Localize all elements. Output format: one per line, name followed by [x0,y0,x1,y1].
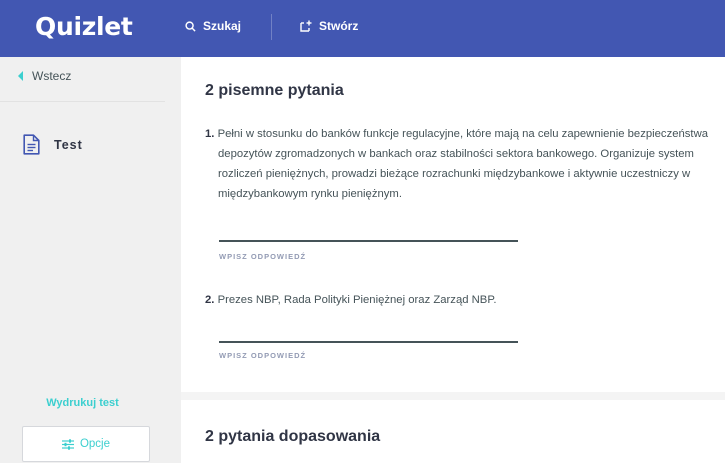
top-navigation-bar: Quizlet Szukaj Stwórz [0,0,725,57]
question-number: 2. [205,294,215,306]
print-test-link[interactable]: Wydrukuj test [0,397,165,409]
nav-divider [271,14,272,40]
document-icon [23,134,40,155]
quizlet-logo[interactable]: Quizlet [35,12,133,41]
matching-section-title: 2 pytania dopasowania [205,428,381,445]
question-2: 2. Prezes NBP, Rada Polityki Pieniężnej … [205,290,715,310]
question-number: 1. [205,128,215,140]
answer-input-2[interactable] [219,341,518,343]
answer-label-2: WPISZ ODPOWIEDŹ [219,351,307,360]
section-gap [181,392,725,400]
answer-label-1: WPISZ ODPOWIEDŹ [219,252,307,261]
sidebar: Wstecz Test Wydrukuj test Opcje [0,57,165,463]
search-button[interactable]: Szukaj [185,14,241,38]
test-content-panel: 2 pisemne pytania 1. Pełni w stosunku do… [181,57,725,463]
options-label: Opcje [79,438,111,450]
create-button[interactable]: Stwórz [300,14,358,38]
test-mode-label: Test [54,137,83,152]
written-section-title: 2 pisemne pytania [205,82,344,99]
question-text: Prezes NBP, Rada Polityki Pieniężnej ora… [217,294,497,306]
question-text: Pełni w stosunku do banków funkcje regul… [217,128,709,200]
back-arrow-icon [18,71,23,81]
back-label: Wstecz [32,69,72,83]
search-icon [185,20,196,32]
question-1: 1. Pełni w stosunku do banków funkcje re… [205,124,715,204]
sidebar-divider [0,101,165,102]
answer-input-1[interactable] [219,240,518,242]
create-label: Stwórz [319,19,359,33]
options-button[interactable]: Opcje [22,426,150,462]
test-mode-item[interactable]: Test [23,134,83,155]
search-label: Szukaj [203,19,242,33]
create-icon [300,20,312,32]
back-link[interactable]: Wstecz [18,69,71,83]
sliders-icon [61,438,74,450]
